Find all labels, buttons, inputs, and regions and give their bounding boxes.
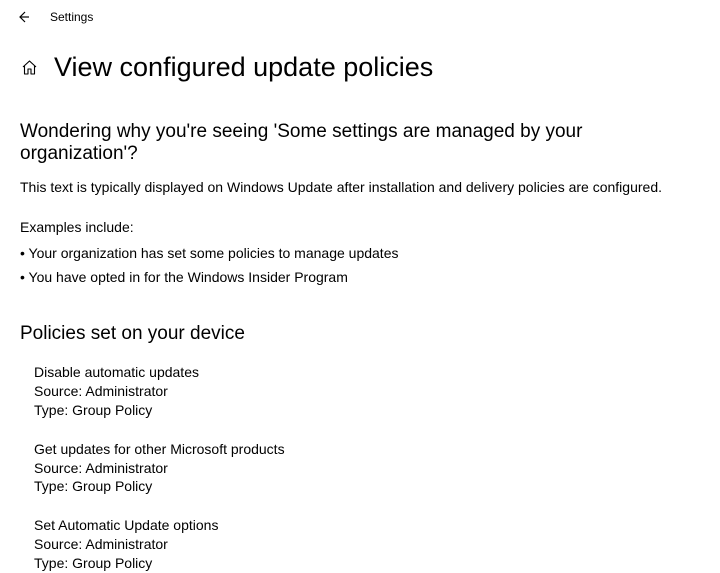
example-item: • Your organization has set some policie… — [20, 245, 700, 261]
policy-type: Type: Group Policy — [34, 401, 700, 420]
policy-source: Source: Administrator — [34, 459, 700, 478]
policy-source: Source: Administrator — [34, 535, 700, 554]
content-area: View configured update policies Wonderin… — [0, 34, 720, 573]
policy-block: Disable automatic updates Source: Admini… — [34, 363, 700, 420]
policy-block: Set Automatic Update options Source: Adm… — [34, 516, 700, 573]
header-bar: Settings — [0, 0, 720, 34]
page-title-row: View configured update policies — [20, 52, 700, 83]
home-icon[interactable] — [20, 59, 38, 77]
policy-block: Get updates for other Microsoft products… — [34, 440, 700, 497]
policy-type: Type: Group Policy — [34, 477, 700, 496]
policies-heading: Policies set on your device — [20, 323, 700, 345]
header-title: Settings — [50, 10, 93, 24]
policy-source: Source: Administrator — [34, 382, 700, 401]
policy-name: Set Automatic Update options — [34, 516, 700, 535]
intro-heading: Wondering why you're seeing 'Some settin… — [20, 121, 700, 165]
example-text: You have opted in for the Windows Inside… — [29, 269, 348, 285]
page-title: View configured update policies — [54, 52, 433, 83]
example-item: • You have opted in for the Windows Insi… — [20, 269, 700, 285]
policy-type: Type: Group Policy — [34, 554, 700, 573]
policy-name: Get updates for other Microsoft products — [34, 440, 700, 459]
example-text: Your organization has set some policies … — [29, 245, 399, 261]
intro-description: This text is typically displayed on Wind… — [20, 179, 700, 195]
policy-name: Disable automatic updates — [34, 363, 700, 382]
examples-label: Examples include: — [20, 219, 700, 235]
back-arrow-icon[interactable] — [16, 10, 30, 24]
